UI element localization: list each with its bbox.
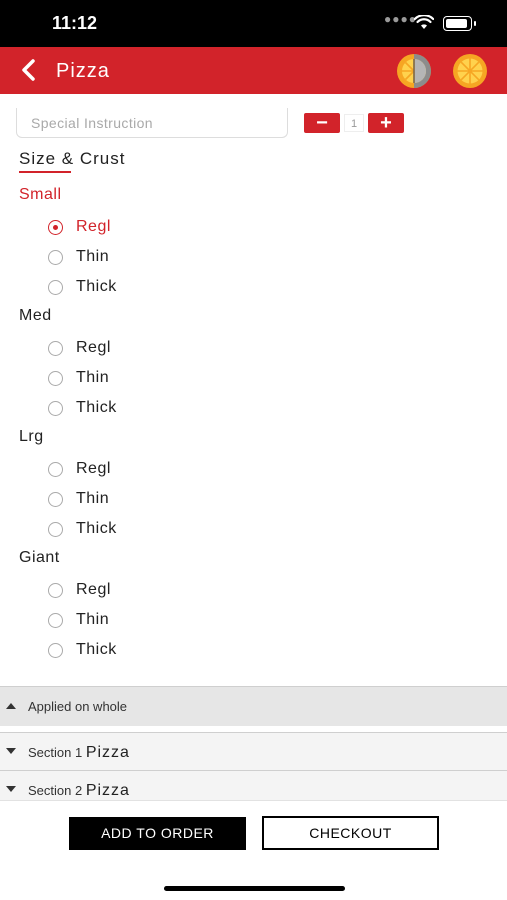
back-chevron-icon[interactable] [18,58,40,82]
home-indicator[interactable] [164,886,345,891]
wifi-icon [414,15,434,29]
option-label: Regl [76,218,111,235]
whole-pizza-icon[interactable] [451,53,489,89]
size-label-small: Small [19,186,62,203]
size-label-giant: Giant [19,549,60,566]
section-prefix: Section 2 [28,783,83,798]
radio-icon[interactable] [48,642,63,658]
radio-icon[interactable] [48,279,63,295]
accordion-label: Section 1 Pizza [28,744,130,762]
section-title-size-crust: Size & Crust [19,149,126,168]
triangle-up-icon [6,703,16,709]
option-lrg-thin[interactable]: Thin [48,488,109,510]
accordion-applied-on-whole[interactable]: Applied on whole [0,686,507,726]
section-prefix: Section 1 [28,745,83,760]
section-name: Pizza [85,782,130,799]
option-small-thick[interactable]: Thick [48,276,117,298]
radio-icon[interactable] [48,370,63,386]
option-label: Thin [76,490,110,507]
accordion-label: Section 2 Pizza [28,782,130,800]
option-small-regl[interactable]: Regl [48,216,111,238]
option-lrg-regl[interactable]: Regl [48,458,111,480]
accordion-section-2[interactable]: Section 2 Pizza [0,770,507,800]
radio-icon[interactable] [48,400,63,416]
option-giant-thin[interactable]: Thin [48,609,109,631]
radio-icon[interactable] [48,340,63,356]
radio-icon[interactable] [48,219,63,235]
option-label: Regl [76,339,111,356]
half-pizza-icon[interactable] [395,53,433,89]
accordion-section-1[interactable]: Section 1 Pizza [0,732,507,770]
add-to-order-button[interactable]: ADD TO ORDER [69,817,246,850]
option-label: Thick [76,278,117,295]
status-bar: 11:12 ●●●● [0,0,507,47]
bottom-action-bar [0,800,507,900]
option-giant-regl[interactable]: Regl [48,579,111,601]
option-small-thin[interactable]: Thin [48,246,109,268]
signal-icon: ●●●● [384,12,417,26]
quantity-value: 1 [344,114,364,132]
battery-icon [443,16,476,31]
status-time: 11:12 [52,13,98,33]
triangle-down-icon [6,748,16,754]
special-instruction-input[interactable] [17,108,287,137]
section-title-underline [19,171,71,173]
accordion-label: Applied on whole [28,699,128,714]
radio-icon[interactable] [48,249,63,265]
option-label: Regl [76,460,111,477]
quantity-decrease-button[interactable]: − [304,113,340,133]
radio-icon[interactable] [48,582,63,598]
option-label: Thick [76,399,117,416]
size-label-lrg: Lrg [19,428,44,445]
radio-icon[interactable] [48,612,63,628]
radio-icon[interactable] [48,491,63,507]
option-label: Thick [76,641,117,658]
option-med-thin[interactable]: Thin [48,367,109,389]
option-label: Regl [76,581,111,598]
checkout-button[interactable]: CHECKOUT [262,816,439,850]
option-med-thick[interactable]: Thick [48,397,117,419]
radio-icon[interactable] [48,461,63,477]
option-label: Thin [76,369,110,386]
option-label: Thin [76,611,110,628]
option-med-regl[interactable]: Regl [48,337,111,359]
triangle-down-icon [6,786,16,792]
special-instruction-field[interactable] [16,108,288,138]
option-giant-thick[interactable]: Thick [48,639,117,661]
size-label-med: Med [19,307,52,324]
option-label: Thick [76,520,117,537]
page-title: Pizza [56,60,110,82]
option-lrg-thick[interactable]: Thick [48,518,117,540]
radio-icon[interactable] [48,521,63,537]
option-label: Thin [76,248,110,265]
quantity-increase-button[interactable]: + [368,113,404,133]
section-name: Pizza [85,744,130,761]
